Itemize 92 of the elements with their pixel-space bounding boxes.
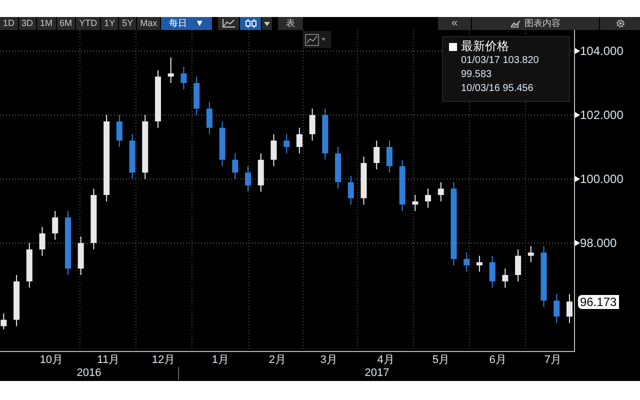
month-label: 10月 [40, 354, 64, 367]
candlestick [232, 152, 238, 180]
month-label: 11月 [97, 354, 120, 367]
candlestick [129, 134, 136, 180]
candlestick [464, 252, 470, 272]
candlestick [386, 140, 392, 174]
candlestick [374, 140, 380, 170]
candlestick [322, 108, 328, 160]
chart-content-button[interactable]: 图表内容 [472, 17, 600, 30]
year-label: 2017 [364, 367, 390, 380]
legend-swatch [449, 42, 457, 50]
collapse-button[interactable]: « [438, 17, 472, 30]
high-value: 01/03/17 103.820 [460, 54, 540, 68]
tick-pointer-icon [575, 112, 580, 118]
dropdown-caret-icon[interactable] [262, 17, 272, 30]
candlestick [116, 114, 122, 148]
price-label: 100.000 [580, 170, 624, 187]
range-tab[interactable]: 3D [18, 17, 38, 30]
tick-pointer-icon [575, 240, 580, 246]
table-button[interactable]: 表 [278, 17, 304, 30]
range-tab[interactable]: 6M [56, 17, 76, 30]
month-label: 7月 [544, 354, 562, 367]
candlestick [180, 66, 187, 90]
candlestick [335, 146, 342, 190]
candlestick [412, 194, 418, 212]
candlestick [194, 76, 200, 116]
candlestick [348, 175, 354, 206]
candlestick [476, 255, 482, 272]
interval-dropdown[interactable]: 每日 ▼ [161, 17, 212, 30]
candlestick [26, 242, 32, 288]
month-label: 5月 [432, 354, 450, 367]
candlestick [168, 56, 174, 84]
month-label: 4月 [377, 354, 394, 367]
month-label: 12月 [152, 354, 176, 367]
candlestick [296, 127, 302, 154]
candlestick [258, 152, 264, 192]
tick-pointer-icon [575, 48, 580, 54]
candlestick [489, 255, 496, 288]
caret-icon [321, 38, 326, 41]
average-value: 99.583 [460, 68, 493, 82]
month-label: 2月 [268, 354, 286, 367]
range-tab[interactable]: 1Y [101, 17, 120, 30]
candlestick [52, 210, 58, 240]
chart-style-button[interactable] [303, 31, 331, 48]
candlestick [284, 134, 290, 154]
low-value: 10/03/16 95.456 [460, 82, 534, 96]
legend-title: 最新价格 [461, 39, 509, 54]
candlestick [64, 210, 71, 276]
candlestick [399, 159, 406, 212]
price-label: 98.000 [580, 234, 617, 251]
chart-type-button[interactable] [240, 17, 262, 30]
month-label: 1月 [212, 354, 229, 367]
candlestick [78, 236, 84, 276]
line-chart-icon [305, 34, 319, 46]
candlestick [219, 120, 226, 167]
candlestick [425, 188, 432, 208]
candlestick-icon [244, 19, 258, 28]
candlestick [142, 114, 148, 180]
range-tab[interactable]: Max [137, 17, 162, 30]
month-label: 3月 [320, 354, 338, 367]
candlestick [309, 108, 316, 142]
last-price-tag: 96.173 [578, 295, 619, 309]
candlestick [0, 312, 7, 330]
chart-type-button[interactable] [218, 17, 240, 30]
candlestick [39, 226, 46, 256]
settings-button[interactable] [600, 17, 640, 30]
candlestick [245, 166, 251, 192]
candlestick [360, 156, 367, 206]
candlestick [206, 102, 212, 135]
candlestick [502, 268, 508, 288]
month-label: 6月 [489, 354, 506, 367]
candlestick [438, 182, 444, 202]
year-label: 2016 [76, 367, 102, 380]
candlestick [154, 70, 161, 128]
candlestick [566, 294, 572, 324]
price-label: 104.000 [580, 42, 624, 59]
candlestick [14, 274, 20, 327]
candlestick [270, 134, 277, 167]
candlestick [554, 294, 560, 324]
range-tab[interactable]: 1D [0, 17, 19, 30]
candlestick [528, 246, 534, 263]
range-tab[interactable]: YTD [76, 17, 102, 30]
candlestick [515, 248, 522, 282]
candlestick [90, 188, 97, 250]
price-label: 102.000 [580, 106, 624, 123]
chart-icon [510, 20, 520, 28]
range-tab[interactable]: 1M [37, 17, 57, 30]
tick-pointer-icon [575, 176, 580, 182]
range-tab[interactable]: 5Y [119, 17, 138, 30]
line-chart-icon [222, 19, 236, 28]
settings-icon [616, 19, 624, 28]
candlestick [540, 246, 547, 308]
